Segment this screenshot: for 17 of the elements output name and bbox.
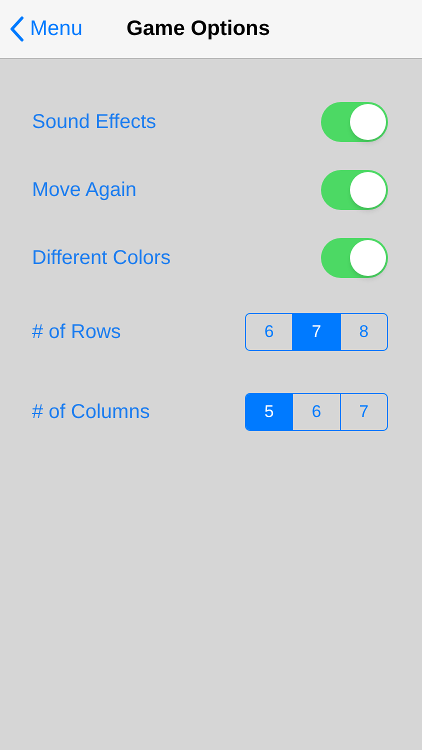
chevron-left-icon bbox=[10, 16, 24, 42]
toggle-switch[interactable] bbox=[321, 170, 388, 210]
segment[interactable]: 7 bbox=[340, 394, 387, 430]
segment[interactable]: 7 bbox=[292, 314, 340, 350]
option-label: # of Columns bbox=[32, 400, 150, 425]
toggle-switch[interactable] bbox=[321, 238, 388, 278]
back-button[interactable]: Menu bbox=[10, 13, 83, 45]
segment[interactable]: 5 bbox=[246, 394, 292, 430]
segment[interactable]: 8 bbox=[340, 314, 387, 350]
option-label: Move Again bbox=[32, 178, 137, 203]
segment[interactable]: 6 bbox=[292, 394, 340, 430]
segment[interactable]: 6 bbox=[246, 314, 292, 350]
option-label: Sound Effects bbox=[32, 110, 156, 135]
screen-title: Game Options bbox=[126, 16, 270, 42]
option-label: Different Colors bbox=[32, 246, 171, 271]
toggle-switch[interactable] bbox=[321, 102, 388, 142]
option-label: # of Rows bbox=[32, 320, 121, 345]
